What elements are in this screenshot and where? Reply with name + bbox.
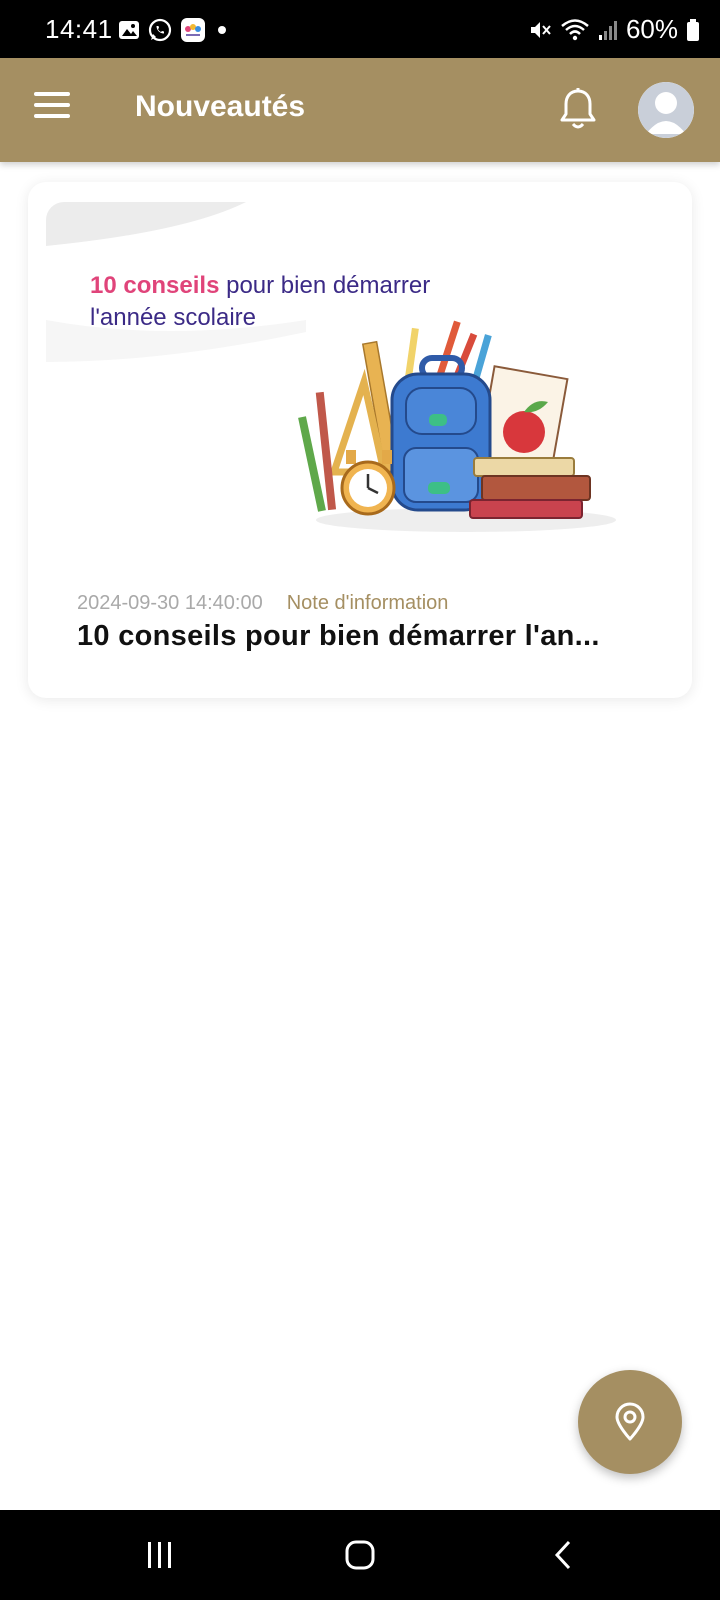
notification-icons: [118, 17, 230, 43]
avatar[interactable]: [638, 82, 694, 138]
notifications-button[interactable]: [556, 86, 600, 132]
app-bar: Nouveautés: [0, 58, 720, 162]
mute-icon: [530, 21, 551, 38]
battery-icon: [687, 18, 699, 41]
menu-button[interactable]: [34, 92, 70, 128]
signal-icon: [598, 20, 617, 40]
image-heading-line2: l'année scolaire: [90, 304, 257, 331]
news-card[interactable]: 10 conseils pour bien démarrer l'année s…: [28, 182, 692, 698]
recent-apps-icon: [148, 1542, 171, 1568]
status-bar: 14:41 60%: [0, 0, 720, 58]
news-card-meta: 2024-09-30 14:40:00 Note d'information: [77, 592, 448, 615]
home-button[interactable]: [340, 1532, 380, 1578]
back-icon: [554, 1540, 571, 1570]
wifi-icon: [561, 18, 589, 40]
image-heading-rest: pour bien démarrer: [219, 272, 431, 299]
home-icon: [345, 1540, 375, 1570]
app-icon: [181, 18, 205, 42]
illustration: [46, 202, 616, 532]
navigation-bar: [0, 1510, 720, 1600]
whatsapp-icon: [148, 18, 172, 42]
recent-apps-button[interactable]: [140, 1532, 180, 1578]
image-heading-highlight: 10 conseils: [90, 272, 220, 299]
battery-percent: 60%: [625, 14, 678, 44]
news-date: 2024-09-30 14:40:00: [77, 592, 263, 614]
avatar-icon: [638, 82, 694, 138]
location-pin-icon: [615, 1402, 645, 1441]
image-heading: 10 conseils pour bien démarrer l'année s…: [90, 270, 430, 334]
dot-icon: [218, 26, 226, 34]
news-card-image: 10 conseils pour bien démarrer l'année s…: [46, 202, 674, 556]
gallery-icon: [119, 21, 139, 39]
location-button[interactable]: [578, 1370, 682, 1474]
system-icons: 60%: [528, 14, 700, 45]
bell-icon: [560, 88, 596, 129]
menu-icon: [34, 92, 70, 118]
news-category: Note d'information: [286, 592, 449, 614]
news-title: 10 conseils pour bien démarrer l'an...: [77, 620, 600, 652]
page-title: Nouveautés: [135, 90, 306, 123]
back-button[interactable]: [548, 1532, 578, 1578]
status-time: 14:41: [45, 14, 113, 44]
